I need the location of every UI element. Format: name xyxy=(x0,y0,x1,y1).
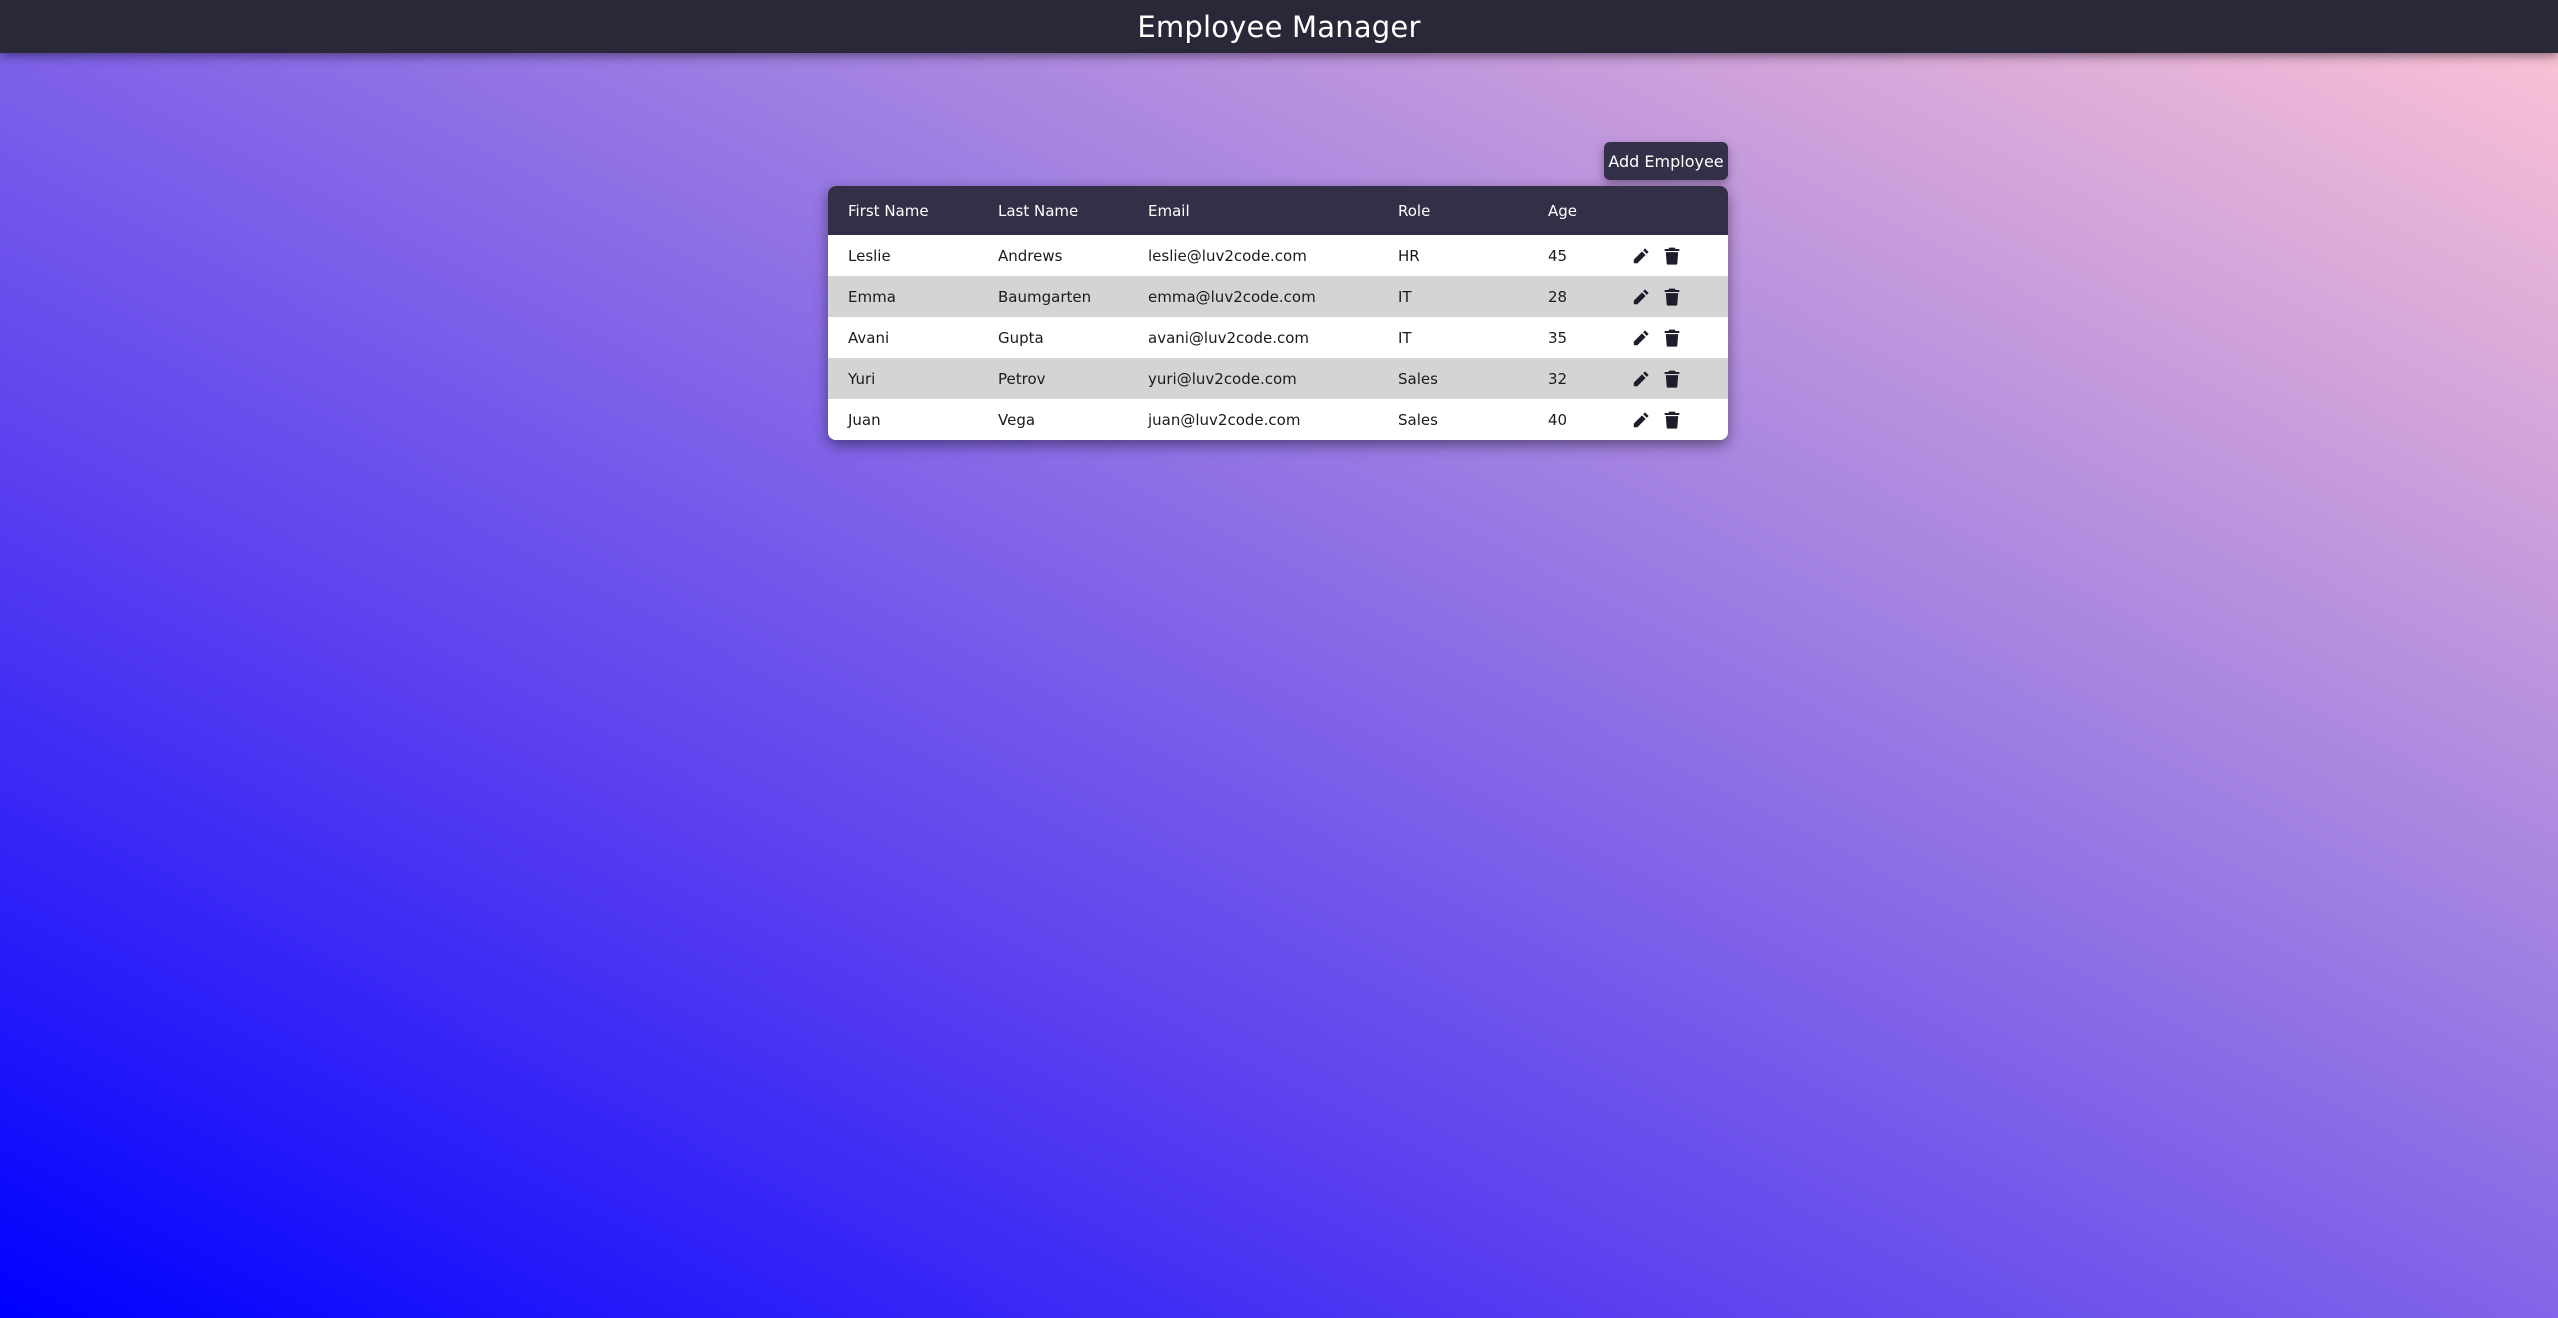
cell-actions xyxy=(1628,235,1728,276)
cell-age: 45 xyxy=(1548,246,1568,265)
edit-button[interactable] xyxy=(1630,286,1652,308)
cell-last-name: Baumgarten xyxy=(998,287,1092,306)
cell-first-name: Yuri xyxy=(848,369,876,388)
trash-icon xyxy=(1664,411,1680,429)
pencil-icon xyxy=(1633,329,1649,345)
cell-last-name: Andrews xyxy=(998,246,1063,265)
pencil-icon xyxy=(1633,370,1649,386)
trash-icon xyxy=(1664,288,1680,306)
cell-first-name: Juan xyxy=(848,410,881,429)
cell-role: IT xyxy=(1398,287,1412,306)
table-header: First Name Last Name Email Role Age xyxy=(828,186,1728,235)
edit-button[interactable] xyxy=(1630,368,1652,390)
cell-last-name: Vega xyxy=(998,410,1036,429)
app-title: Employee Manager xyxy=(1137,9,1421,44)
table-row: Yuri Petrov yuri@luv2code.com Sales 32 xyxy=(828,358,1728,399)
cell-role: Sales xyxy=(1398,410,1438,429)
table-row: Emma Baumgarten emma@luv2code.com IT 28 xyxy=(828,276,1728,317)
table-header-row: First Name Last Name Email Role Age xyxy=(828,186,1728,235)
cell-role: HR xyxy=(1398,246,1420,265)
pencil-icon xyxy=(1633,411,1649,427)
edit-button[interactable] xyxy=(1630,409,1652,431)
column-header-role: Role xyxy=(1398,201,1431,220)
cell-actions xyxy=(1628,317,1728,358)
cell-age: 35 xyxy=(1548,328,1568,347)
cell-email: avani@luv2code.com xyxy=(1148,328,1310,347)
delete-button[interactable] xyxy=(1661,286,1683,308)
column-header-age: Age xyxy=(1548,201,1578,220)
column-header-actions xyxy=(1628,186,1728,235)
delete-button[interactable] xyxy=(1661,368,1683,390)
table-row: Juan Vega juan@luv2code.com Sales 40 xyxy=(828,399,1728,440)
edit-button[interactable] xyxy=(1630,245,1652,267)
column-header-last-name: Last Name xyxy=(998,201,1079,220)
add-employee-button[interactable]: Add Employee xyxy=(1604,142,1728,180)
employee-table: First Name Last Name Email Role Age Lesl… xyxy=(828,186,1728,440)
top-bar: Employee Manager xyxy=(0,0,2558,53)
pencil-icon xyxy=(1633,288,1649,304)
cell-role: Sales xyxy=(1398,369,1438,388)
cell-last-name: Gupta xyxy=(998,328,1044,347)
cell-first-name: Leslie xyxy=(848,246,891,265)
edit-button[interactable] xyxy=(1630,327,1652,349)
cell-email: juan@luv2code.com xyxy=(1148,410,1301,429)
trash-icon xyxy=(1664,247,1680,265)
delete-button[interactable] xyxy=(1661,245,1683,267)
cell-actions xyxy=(1628,276,1728,317)
cell-email: emma@luv2code.com xyxy=(1148,287,1316,306)
cell-role: IT xyxy=(1398,328,1412,347)
cell-age: 40 xyxy=(1548,410,1568,429)
cell-actions xyxy=(1628,399,1728,440)
cell-first-name: Avani xyxy=(848,328,890,347)
column-header-first-name: First Name xyxy=(848,201,929,220)
cell-first-name: Emma xyxy=(848,287,896,306)
cell-age: 32 xyxy=(1548,369,1568,388)
employee-table-container: First Name Last Name Email Role Age Lesl… xyxy=(828,186,1728,440)
cell-actions xyxy=(1628,358,1728,399)
cell-email: yuri@luv2code.com xyxy=(1148,369,1297,388)
cell-email: leslie@luv2code.com xyxy=(1148,246,1307,265)
table-body: Leslie Andrews leslie@luv2code.com HR 45… xyxy=(828,235,1728,440)
pencil-icon xyxy=(1633,247,1649,263)
delete-button[interactable] xyxy=(1661,409,1683,431)
table-row: Avani Gupta avani@luv2code.com IT 35 xyxy=(828,317,1728,358)
cell-age: 28 xyxy=(1548,287,1568,306)
table-row: Leslie Andrews leslie@luv2code.com HR 45 xyxy=(828,235,1728,276)
column-header-email: Email xyxy=(1148,201,1190,220)
delete-button[interactable] xyxy=(1661,327,1683,349)
trash-icon xyxy=(1664,370,1680,388)
trash-icon xyxy=(1664,329,1680,347)
cell-last-name: Petrov xyxy=(998,369,1046,388)
